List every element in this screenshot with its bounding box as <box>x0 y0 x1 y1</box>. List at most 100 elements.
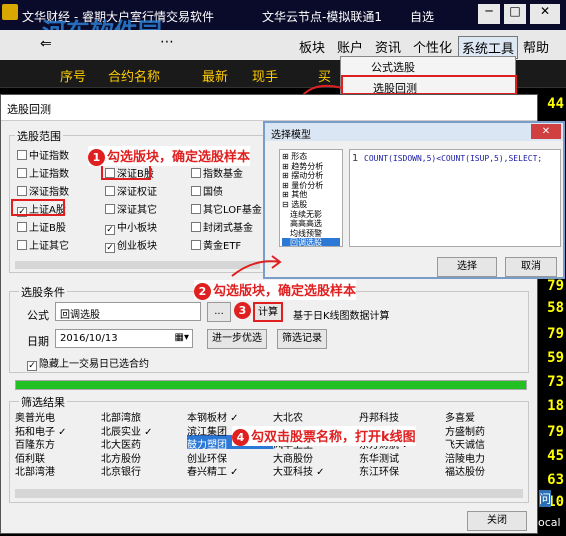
checkbox-box[interactable] <box>191 186 201 196</box>
checkbox-box[interactable]: ✓ <box>105 243 115 253</box>
hide-prev-box[interactable]: ✓ <box>27 361 37 371</box>
tree-node[interactable]: 连续无影 <box>282 210 340 220</box>
scope-checkbox[interactable]: 深证其它 <box>105 201 157 216</box>
formula-browse-button[interactable]: ... <box>207 302 231 322</box>
tree-node[interactable]: ⊟ 选股 <box>282 200 340 210</box>
app-titlebar: 文华财经 - 睿期大户室行情交易软件 文华云节点-模拟联通1 自选 ─ □ ✕ <box>0 0 566 30</box>
scope-checkbox[interactable]: ✓ 中小板块 <box>105 219 157 235</box>
result-item[interactable]: 北京银行 <box>101 463 141 478</box>
scope-checkbox[interactable]: 封闭式基金 <box>191 219 253 234</box>
col-name[interactable]: 合约名称 <box>108 66 160 85</box>
annotation-1: 1 勾选版块，确定选股样本 <box>88 146 251 166</box>
menu-help[interactable]: 帮助 <box>520 36 552 57</box>
progress-fill <box>16 381 526 389</box>
scope-checkbox[interactable]: 上证其它 <box>17 237 69 252</box>
checkbox-box[interactable] <box>17 150 27 160</box>
further-filter-button[interactable]: 进一步优选 <box>207 329 267 349</box>
hide-prev-checkbox[interactable]: ✓ 隐藏上一交易日已选合约 <box>27 355 149 371</box>
result-item[interactable]: 北部湾港 <box>15 463 55 478</box>
checkbox-label: 其它LOF基金 <box>203 205 262 216</box>
results-scrollbar[interactable] <box>15 489 523 498</box>
tree-node[interactable]: ⊞ 摆动分析 <box>282 171 340 181</box>
toolbar-more-icon[interactable]: ⋯ <box>160 34 174 50</box>
tree-node[interactable]: ⊞ 量价分析 <box>282 181 340 191</box>
calendar-icon[interactable]: ▦▾ <box>175 332 189 343</box>
formula-input[interactable]: 回调选股 <box>55 302 201 321</box>
minimize-button[interactable]: ─ <box>478 4 500 24</box>
menu-personalize[interactable]: 个性化 <box>410 36 455 57</box>
quote-value: 79 <box>547 424 564 440</box>
checkbox-box[interactable] <box>191 222 201 232</box>
tree-node[interactable]: ⊞ 趋势分析 <box>282 162 340 172</box>
checkbox-box[interactable] <box>17 240 27 250</box>
progress-bar <box>15 380 527 390</box>
menu-item-formula-pick[interactable]: 公式选股 <box>371 59 415 75</box>
scope-checkbox[interactable]: 深证指数 <box>17 183 69 198</box>
filter-record-button[interactable]: 筛选记录 <box>277 329 327 349</box>
scope-checkbox[interactable]: 黄金ETF <box>191 237 241 252</box>
toolbar-back-icon[interactable]: ⇐ <box>40 36 52 52</box>
scope-checkbox[interactable]: 上证B股 <box>17 219 66 234</box>
result-item[interactable]: 福达股份 <box>445 463 485 478</box>
result-item[interactable]: 东江环保 <box>359 463 399 478</box>
model-window: 选择模型 ✕ ⊞ 形态 ⊞ 趋势分析 ⊞ 摆动分析 ⊞ 量价分析 ⊞ 其他 ⊟ 选股 连续无… <box>263 121 565 279</box>
model-titlebar: 选择模型 ✕ <box>265 123 563 141</box>
menu-account[interactable]: 账户 <box>334 36 366 57</box>
model-close-button[interactable]: ✕ <box>531 124 561 139</box>
tree-node[interactable]: 回调选股 <box>282 238 340 246</box>
annotation-4: 4 勾双击股票名称，打开k线图 <box>232 426 416 446</box>
checkbox-box[interactable] <box>17 186 27 196</box>
close-dialog-button[interactable]: 关闭 <box>467 511 527 531</box>
scope-scrollbar[interactable] <box>15 261 260 269</box>
scope-checkbox[interactable]: 上证指数 <box>17 165 69 180</box>
code-editor[interactable]: 1 COUNT(ISDOWN,5)<COUNT(ISUP,5),SELECT; <box>349 149 561 247</box>
scope-checkbox[interactable]: 深证权证 <box>105 183 157 198</box>
col-seq[interactable]: 序号 <box>60 66 86 85</box>
quote-value: 58 <box>547 300 564 316</box>
server-name: 文华云节点-模拟联通1 <box>262 10 382 24</box>
checkbox-box[interactable] <box>17 222 27 232</box>
quote-value: 59 <box>547 350 564 366</box>
menu-block[interactable]: 板块 <box>296 36 328 57</box>
tree-node[interactable]: 高高高选 <box>282 219 340 229</box>
tree-node[interactable]: ⊞ 形态 <box>282 152 340 162</box>
checkbox-box[interactable]: ✓ <box>105 225 115 235</box>
calculate-button[interactable]: 计算 <box>253 302 283 322</box>
scope-checkbox[interactable]: 国债 <box>191 183 223 198</box>
date-picker[interactable]: 2016/10/13 ▦▾ <box>55 329 193 348</box>
bottom-right-q: 问 <box>539 490 552 507</box>
scope-checkbox[interactable]: ✓ 创业板块 <box>105 237 157 253</box>
tree-node[interactable]: 均线预警 <box>282 229 340 239</box>
code-line-number: 1 <box>352 153 359 164</box>
calc-note: 基于日K线图数据计算 <box>293 311 390 322</box>
checkbox-box[interactable] <box>105 186 115 196</box>
menu-news[interactable]: 资讯 <box>372 36 404 57</box>
tree-node[interactable]: ⊞ 其他 <box>282 190 340 200</box>
menu-item-backtest[interactable]: 选股回测 <box>341 75 517 95</box>
watchlist-label[interactable]: 自选 <box>410 8 434 25</box>
checkbox-label: 深证指数 <box>29 187 69 198</box>
maximize-button[interactable]: □ <box>504 4 526 24</box>
col-hand[interactable]: 现手 <box>252 66 278 85</box>
scope-checkbox[interactable]: 中证指数 <box>17 147 69 162</box>
checkbox-label: 指数基金 <box>203 169 243 180</box>
model-tree[interactable]: ⊞ 形态 ⊞ 趋势分析 ⊞ 摆动分析 ⊞ 量价分析 ⊞ 其他 ⊟ 选股 连续无影 高高高选 均线… <box>279 149 343 247</box>
annotation-3: 3 <box>234 302 253 319</box>
scope-checkbox[interactable]: 其它LOF基金 <box>191 201 262 216</box>
result-item[interactable]: 大亚科技 ✓ <box>273 463 325 478</box>
col-latest[interactable]: 最新 <box>202 66 228 85</box>
scope-checkbox[interactable]: 指数基金 <box>191 165 243 180</box>
checkbox-label: 国债 <box>203 187 223 198</box>
checkbox-box[interactable] <box>17 168 27 178</box>
close-window-button[interactable]: ✕ <box>530 4 560 24</box>
quote-value: 79 <box>547 278 564 294</box>
result-item[interactable]: 春兴精工 ✓ <box>187 463 239 478</box>
model-choose-button[interactable]: 选择 <box>437 257 497 277</box>
checkbox-box[interactable] <box>191 240 201 250</box>
checkbox-label: 封闭式基金 <box>203 223 253 234</box>
checkbox-box[interactable] <box>191 204 201 214</box>
model-cancel-button[interactable]: 取消 <box>505 257 557 277</box>
checkbox-box[interactable] <box>105 204 115 214</box>
checkbox-box[interactable] <box>191 168 201 178</box>
annotation-2-text: 勾选版块，确定选股样本 <box>213 284 357 299</box>
